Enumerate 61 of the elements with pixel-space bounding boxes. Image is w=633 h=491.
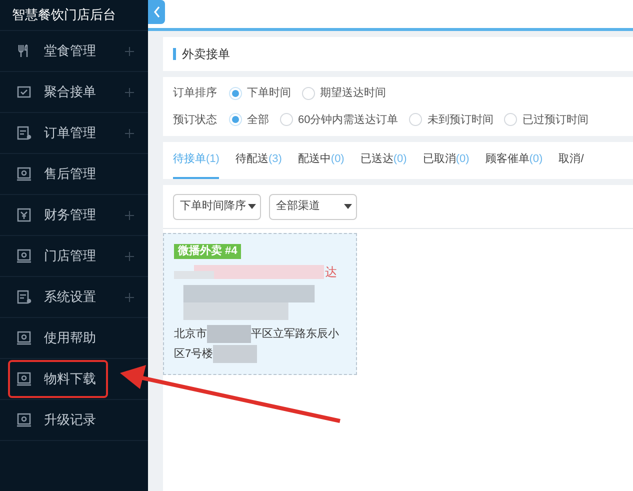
yen-icon — [16, 207, 32, 223]
page-title: 外卖接单 — [182, 46, 230, 63]
address-text: 区7号楼 — [174, 347, 214, 362]
menu-label: 使用帮助 — [44, 329, 97, 348]
accent-bar — [173, 48, 176, 60]
tab[interactable]: 已送达(0) — [360, 142, 407, 179]
menu-label: 聚合接单 — [44, 83, 97, 102]
checkbox-icon — [16, 84, 32, 100]
radio[interactable] — [229, 113, 242, 126]
tab[interactable]: 取消/ — [558, 142, 584, 179]
filter-label: 订单排序 — [173, 86, 217, 101]
radio-label: 下单时间 — [247, 86, 291, 101]
menu-label: 订单管理 — [44, 124, 97, 142]
monitor-icon — [16, 166, 32, 182]
monitor-icon — [16, 371, 32, 387]
caret-down-icon — [248, 204, 256, 209]
tab[interactable]: 顾客催单(0) — [485, 142, 543, 179]
chevron-left-icon — [152, 6, 160, 18]
dropdown[interactable]: 下单时间降序 — [173, 194, 261, 220]
collapse-button[interactable] — [148, 0, 165, 24]
radio[interactable] — [280, 113, 293, 126]
radio[interactable] — [229, 86, 242, 100]
radio[interactable] — [409, 113, 422, 126]
radio-label: 期望送达时间 — [320, 86, 386, 101]
plus-icon — [125, 128, 134, 138]
plus-icon — [125, 210, 134, 220]
document-icon — [16, 125, 32, 141]
menu-label: 升级记录 — [44, 411, 97, 430]
plus-icon — [125, 292, 134, 302]
monitor-icon — [16, 412, 32, 428]
blur-mosaic — [207, 325, 251, 343]
radio-label: 未到预订时间 — [427, 112, 494, 128]
tab[interactable]: 已取消(0) — [422, 142, 470, 179]
radio-label: 60分钟内需送达订单 — [298, 112, 398, 128]
menu-label: 堂食管理 — [44, 42, 97, 60]
plus-icon — [125, 46, 134, 56]
plus-icon — [125, 252, 134, 260]
blur-mosaic — [213, 345, 258, 363]
address-text: 平区立军路东辰小 — [251, 326, 339, 342]
menu-label: 财务管理 — [44, 206, 97, 224]
radio-label: 全部 — [247, 112, 269, 128]
monitor-icon — [16, 248, 32, 264]
dropdown[interactable]: 全部渠道 — [269, 194, 357, 220]
radio-label: 已过预订时间 — [522, 112, 588, 128]
document-icon — [16, 289, 32, 305]
menu-label: 售后管理 — [44, 165, 97, 184]
plus-icon — [125, 88, 134, 96]
radio[interactable] — [504, 113, 518, 126]
filter-label: 预订状态 — [173, 112, 217, 128]
monitor-icon — [16, 330, 32, 346]
channel-tag: 微播外卖 #4 — [174, 244, 242, 259]
order-card[interactable]: 微播外卖 #4 达 北京市 平区立军路东辰小 区7号楼 — [163, 233, 357, 375]
menu-label: 物料下载 — [44, 370, 97, 388]
tab[interactable]: 配送中(0) — [298, 142, 344, 179]
radio[interactable] — [302, 86, 315, 100]
order-status: 达 — [325, 264, 337, 281]
tab[interactable]: 待配送(3) — [235, 142, 282, 179]
menu-label: 系统设置 — [44, 288, 97, 306]
menu-label: 门店管理 — [44, 247, 97, 266]
caret-down-icon — [344, 204, 352, 209]
address-text: 北京市 — [174, 326, 207, 342]
